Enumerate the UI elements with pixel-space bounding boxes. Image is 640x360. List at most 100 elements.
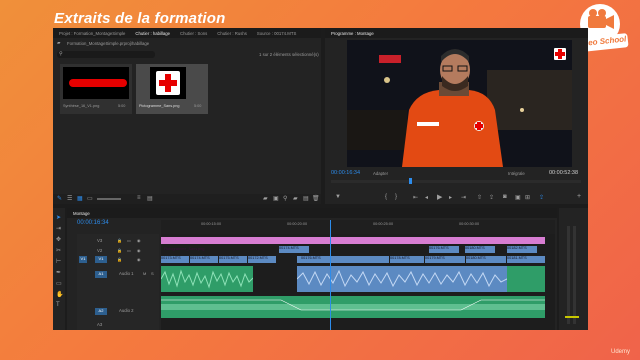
mark-out-icon[interactable]: } (395, 194, 397, 200)
timeline-tabbar: Montage (67, 208, 557, 218)
play-icon[interactable]: ▶ (437, 193, 442, 201)
comparison-view-icon[interactable]: ▣ (515, 194, 521, 201)
lock-icon[interactable]: 🔒 (117, 238, 122, 243)
video-clip[interactable]: 00178.MTS (390, 256, 424, 263)
zoom-slider[interactable] (97, 198, 121, 200)
sync-icon[interactable]: ▭ (127, 238, 131, 243)
audio-clip[interactable] (507, 266, 545, 292)
video-clip[interactable]: 00179.MTS (425, 256, 465, 263)
step-back-icon[interactable]: ◂ (425, 194, 428, 201)
project-tabbar: Projet : Formation_MontageSimple Chutier… (53, 28, 321, 38)
track-select-icon[interactable]: ⇥ (56, 225, 61, 232)
quality-select[interactable]: Intégrale (508, 171, 525, 176)
program-monitor: Programme : Montage 00:00:16:34 Adapter … (325, 28, 588, 204)
playhead-bar[interactable] (331, 178, 581, 184)
video-clip[interactable]: 00180.MTS (465, 246, 495, 253)
go-to-in-icon[interactable]: ⇤ (413, 194, 418, 201)
tools-panel: ➤ ⇥ ✥ ✂ ⊢ ✒ ▭ ✋ T (53, 208, 65, 330)
lock-icon[interactable]: 🔒 (117, 248, 122, 253)
tab-bin-sons[interactable]: Chutier : Sons (180, 31, 207, 36)
folder-icon[interactable]: ▰ (293, 195, 298, 202)
mute-icon[interactable]: M (143, 271, 146, 276)
go-to-out-icon[interactable]: ⇥ (461, 194, 466, 201)
automate-icon[interactable]: ▤ (147, 195, 153, 202)
track-label-a2[interactable]: A2 (95, 308, 107, 315)
camera-icon[interactable]: ◙ (503, 194, 507, 200)
tab-bin-habillage[interactable]: Chutier : habillage (135, 31, 170, 36)
cross-overlay (554, 48, 566, 60)
export-icon[interactable]: ⇪ (539, 194, 544, 201)
lock-icon[interactable]: 🔒 (117, 257, 122, 262)
video-clip[interactable]: 00174.MTS (279, 246, 309, 253)
eye-icon[interactable]: ◉ (137, 248, 141, 253)
freeform-view-icon[interactable]: ▭ (87, 195, 93, 202)
timeline-timecode[interactable]: 00:00:16:34 (77, 220, 109, 226)
icon-view-icon[interactable]: ▦ (77, 195, 83, 202)
ripple-edit-icon[interactable]: ✥ (56, 236, 61, 243)
new-item-icon[interactable]: ▤ (303, 195, 309, 202)
video-clip[interactable]: 00175.MTS (219, 256, 247, 263)
eye-icon[interactable]: ◉ (137, 238, 141, 243)
track-label-a1[interactable]: A1 (95, 271, 107, 278)
step-forward-icon[interactable]: ▸ (449, 194, 452, 201)
time-ruler[interactable]: 00:00:15:00 00:00:20:00 00:00:25:00 00:0… (161, 220, 555, 234)
add-button-icon[interactable]: + (577, 193, 581, 200)
pencil-icon[interactable]: ✎ (57, 195, 62, 202)
type-tool-icon[interactable]: T (56, 302, 60, 308)
tab-project[interactable]: Projet : Formation_MontageSimple (59, 31, 125, 36)
list-view-icon[interactable]: ☰ (67, 195, 72, 202)
graphic-clip[interactable]: Pictogramme_Sans.png (161, 237, 545, 251)
thumbnail (150, 67, 186, 99)
track-label-v2: V2 (97, 248, 103, 253)
track-label-v1[interactable]: V1 (95, 256, 107, 263)
item-name: Pictogramme_Sans.png (139, 104, 180, 108)
search-icon[interactable]: ⚲ (283, 195, 287, 202)
mark-in-icon[interactable]: { (385, 194, 387, 200)
sort-icon[interactable]: ≡ (137, 195, 141, 201)
rectangle-tool-icon[interactable]: ▭ (56, 280, 62, 287)
video-clip[interactable]: 00176.MTS (429, 246, 459, 253)
lift-icon[interactable]: ⇧ (477, 194, 482, 201)
razor-tool-icon[interactable]: ✂ (56, 247, 61, 254)
video-clip[interactable]: 00181.MTS (507, 256, 545, 263)
track-area[interactable]: Pictogramme_Sans.png 00174.MTS 00176.MTS… (161, 220, 555, 330)
playhead[interactable] (409, 178, 412, 184)
fit-select[interactable]: Adapter (373, 171, 388, 176)
tab-source[interactable]: Source : 00174.MTS (257, 31, 296, 36)
marker-icon[interactable]: ▼ (335, 194, 341, 200)
tab-program[interactable]: Programme : Montage (331, 31, 374, 36)
video-clip[interactable]: 00172.MTS (248, 256, 276, 263)
pen-tool-icon[interactable]: ✒ (56, 269, 61, 276)
audio-clip[interactable] (297, 266, 509, 292)
program-timecode[interactable]: 00:00:16:34 (331, 170, 360, 176)
solo-icon[interactable]: S (151, 271, 154, 276)
extract-icon[interactable]: ⇪ (489, 194, 494, 201)
program-tabbar: Programme : Montage (325, 28, 588, 38)
audio-clip[interactable] (161, 266, 253, 292)
trash-icon[interactable]: 🗑 (312, 195, 320, 202)
video-clip[interactable]: 00173.MTS (161, 256, 189, 263)
slip-tool-icon[interactable]: ⊢ (56, 258, 61, 265)
video-clip[interactable]: 00174.MTS (190, 256, 218, 263)
video-clip[interactable]: 00180.MTS (466, 256, 506, 263)
tab-sequence[interactable]: Montage (73, 211, 90, 216)
search-input[interactable]: ⚲ (57, 51, 155, 58)
safe-margins-icon[interactable]: ⊞ (525, 194, 530, 201)
new-bin-icon[interactable]: ▰ (263, 195, 268, 202)
ruler-label: 00:00:15:00 (201, 222, 222, 226)
bin-item-synthese[interactable]: Synthèse_16_V1.png 5:00 (60, 64, 132, 114)
music-clip[interactable] (161, 296, 545, 318)
selection-tool-icon[interactable]: ➤ (56, 214, 61, 221)
video-clip[interactable]: 00176.MTS (297, 256, 389, 263)
source-patch-v1[interactable]: V1 (79, 256, 87, 263)
hand-tool-icon[interactable]: ✋ (56, 291, 63, 298)
bin-item-pictogramme[interactable]: Pictogramme_Sans.png 5:00 (136, 64, 208, 114)
new-item-icon[interactable]: ▣ (273, 195, 279, 202)
video-clip[interactable]: 00182.MTS (507, 246, 537, 253)
meter-level (565, 316, 579, 318)
tab-bin-rushs[interactable]: Chutier : Rushs (217, 31, 247, 36)
sync-icon[interactable]: ▭ (127, 248, 131, 253)
timeline-playhead[interactable] (330, 220, 331, 330)
transport-controls: ▼ { } ⇤ ◂ ▶ ▸ ⇥ ⇧ ⇪ ◙ ▣ ⊞ ⇪ + (325, 192, 588, 204)
eye-icon[interactable]: ◉ (137, 257, 141, 262)
